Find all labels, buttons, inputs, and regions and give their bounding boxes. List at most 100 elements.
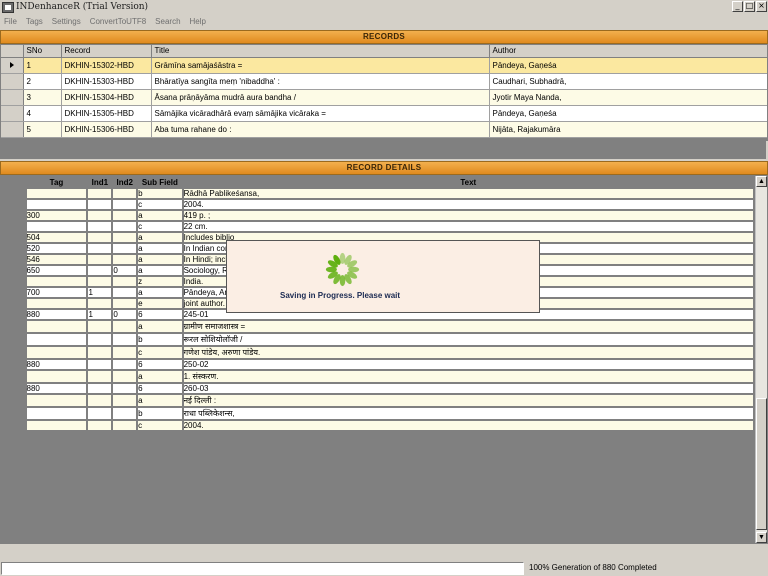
menu-tags[interactable]: Tags (26, 17, 43, 26)
cell-ind1[interactable] (88, 360, 112, 369)
row-selector[interactable] (3, 189, 25, 198)
cell-text[interactable]: 419 p. ; (183, 211, 753, 220)
table-row[interactable]: c 2004. (3, 200, 753, 209)
cell-sno[interactable]: 2 (23, 73, 62, 90)
cell-ind1[interactable] (88, 233, 112, 242)
table-row[interactable]: a नई दिल्ली : (3, 395, 753, 406)
cell-ind2[interactable] (113, 384, 137, 393)
column-header-sub-field[interactable]: Sub Field (138, 178, 181, 187)
cell-tag[interactable]: 504 (26, 233, 87, 242)
row-selector[interactable] (3, 266, 25, 275)
cell-sub-field[interactable]: c (138, 222, 182, 231)
cell-text[interactable]: नई दिल्ली : (183, 395, 753, 406)
row-selector[interactable] (1, 73, 24, 90)
row-selector[interactable] (3, 371, 25, 382)
row-selector[interactable] (3, 244, 25, 253)
table-row[interactable]: 3 DKHIN-15304-HBD Āsana prāṇāyāma mudrā au… (1, 89, 767, 106)
table-row[interactable]: 4 DKHIN-15305-HBD Sāmājika vicāradhārā eva… (1, 105, 767, 122)
cell-ind2[interactable] (113, 321, 137, 332)
cell-ind2[interactable]: 0 (113, 266, 137, 275)
row-selector[interactable] (3, 277, 25, 286)
cell-tag[interactable] (26, 200, 87, 209)
table-row[interactable]: b राधा पब्लिकेशन्स, (3, 408, 753, 419)
close-button[interactable]: × (756, 1, 767, 12)
cell-ind1[interactable] (88, 277, 112, 286)
row-selector[interactable] (3, 321, 25, 332)
row-selector[interactable] (3, 211, 25, 220)
cell-sno[interactable]: 1 (23, 57, 62, 74)
cell-author[interactable]: Caudhari, Subhadrā, (489, 73, 767, 90)
cell-ind1[interactable] (88, 384, 112, 393)
menu-help[interactable]: Help (190, 17, 206, 26)
cell-ind2[interactable] (113, 371, 137, 382)
column-header-ind2[interactable]: Ind2 (113, 178, 136, 187)
row-selector[interactable] (3, 360, 25, 369)
table-row[interactable]: b रूरल सोशियोलॉजी / (3, 334, 753, 345)
cell-ind2[interactable] (113, 299, 137, 308)
column-header-record[interactable]: Record (61, 45, 152, 58)
cell-sub-field[interactable]: a (138, 288, 182, 297)
row-selector[interactable] (3, 334, 25, 345)
cell-ind2[interactable] (113, 360, 137, 369)
cell-record[interactable]: DKHIN-15305-HBD (61, 105, 152, 122)
cell-sub-field[interactable]: a (138, 233, 182, 242)
cell-tag[interactable]: 300 (26, 211, 87, 220)
cell-ind2[interactable] (113, 277, 137, 286)
cell-sub-field[interactable]: b (138, 189, 182, 198)
column-header-sno[interactable]: SNo (23, 45, 62, 58)
cell-record[interactable]: DKHIN-15304-HBD (61, 89, 152, 106)
cell-sub-field[interactable]: c (138, 347, 182, 358)
cell-ind1[interactable] (88, 200, 112, 209)
cell-sub-field[interactable]: c (138, 200, 182, 209)
cell-tag[interactable] (26, 395, 87, 406)
scroll-down-button[interactable]: ▼ (756, 532, 767, 543)
cell-record[interactable]: DKHIN-15306-HBD (61, 121, 152, 138)
cell-sub-field[interactable]: c (138, 421, 182, 430)
cell-author[interactable]: Pāndeya, Gaṇeśa (489, 105, 767, 122)
cell-tag[interactable]: 650 (26, 266, 87, 275)
cell-ind1[interactable] (88, 244, 112, 253)
cell-text[interactable]: 1. संस्करण. (183, 371, 753, 382)
cell-ind2[interactable] (113, 211, 137, 220)
row-selector[interactable] (3, 310, 25, 319)
cell-ind2[interactable] (113, 244, 137, 253)
cell-text[interactable]: Rādhā Pablikeśansa, (183, 189, 753, 198)
cell-ind2[interactable] (113, 347, 137, 358)
cell-author[interactable]: Nijāta, Rajakumāra (489, 121, 767, 138)
cell-ind2[interactable] (113, 395, 137, 406)
app-icon[interactable] (2, 1, 14, 13)
cell-ind1[interactable] (88, 421, 112, 430)
table-row[interactable]: c 22 cm. (3, 222, 753, 231)
cell-author[interactable]: Pāndeya, Gaṇeśa (489, 57, 767, 74)
table-row[interactable]: 880 6 260-03 (3, 384, 753, 393)
cell-ind1[interactable] (88, 408, 112, 419)
table-row[interactable]: a ग्रामीण समाजशास्त्र = (3, 321, 753, 332)
cell-ind1[interactable]: 1 (88, 288, 112, 297)
cell-record[interactable]: DKHIN-15303-HBD (61, 73, 152, 90)
cell-ind2[interactable] (113, 189, 137, 198)
cell-record[interactable]: DKHIN-15302-HBD (61, 57, 152, 74)
cell-ind2[interactable] (113, 255, 137, 264)
row-selector[interactable] (3, 222, 25, 231)
row-selector[interactable] (3, 421, 25, 430)
cell-ind2[interactable] (113, 200, 137, 209)
table-row[interactable]: 300 a 419 p. ; (3, 211, 753, 220)
cell-ind1[interactable] (88, 255, 112, 264)
cell-sub-field[interactable]: a (138, 266, 182, 275)
cell-author[interactable]: Jyotir Maya Nanda, (489, 89, 767, 106)
cell-sub-field[interactable]: a (138, 371, 182, 382)
cell-text[interactable]: गणेश पांडेय, अरुणा पांडेय. (183, 347, 753, 358)
cell-sub-field[interactable]: b (138, 408, 182, 419)
cell-ind2[interactable] (113, 334, 137, 345)
maximize-button[interactable]: □ (744, 1, 755, 12)
minimize-button[interactable]: _ (732, 1, 743, 12)
cell-ind2[interactable] (113, 288, 137, 297)
cell-ind1[interactable] (88, 299, 112, 308)
cell-sno[interactable]: 5 (23, 121, 62, 138)
cell-sub-field[interactable]: e (138, 299, 182, 308)
row-selector[interactable] (3, 288, 25, 297)
cell-ind1[interactable] (88, 347, 112, 358)
cell-ind1[interactable] (88, 211, 112, 220)
cell-ind2[interactable] (113, 421, 137, 430)
cell-sub-field[interactable]: a (138, 321, 182, 332)
